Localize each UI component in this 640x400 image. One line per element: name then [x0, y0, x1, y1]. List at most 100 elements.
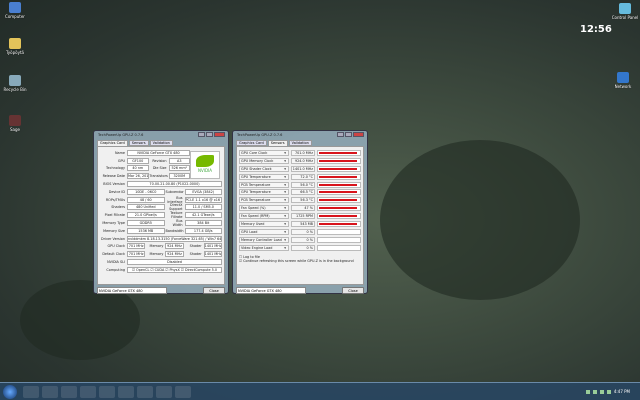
- field-value: NVIDIA GeForce GTX 480: [127, 149, 190, 156]
- sensor-graph: [317, 189, 361, 196]
- field-value: 701 MHz: [127, 251, 146, 258]
- gpu-select[interactable]: NVIDIA GeForce GTX 480: [97, 287, 167, 294]
- maximize-button[interactable]: [345, 132, 352, 137]
- field-value: 924 MHz: [165, 251, 184, 258]
- sensor-name: PCB Temperature: [241, 182, 271, 187]
- icon-label: Sage: [10, 127, 20, 132]
- taskbar-app-icon[interactable]: [118, 385, 134, 398]
- tray-icon[interactable]: [585, 389, 590, 394]
- sensor-name-dropdown[interactable]: Fan Speed (%) ▾: [239, 205, 289, 212]
- taskbar-explorer-icon[interactable]: [42, 385, 58, 398]
- field-value: A3: [168, 157, 190, 164]
- field-value: PCI-E 1.1 x16 @ x16 1.1: [184, 196, 222, 203]
- info-row: ROPs/TMUs 48 / 60 Bus Interface PCI-E 1.1 x…: [100, 196, 222, 204]
- sensor-value: 924.0 MHz: [291, 157, 315, 164]
- sensor-graph-fill: [319, 222, 357, 225]
- gpu-select[interactable]: NVIDIA GeForce GTX 480: [236, 287, 306, 294]
- field-label: GPU Clock: [107, 244, 125, 249]
- window-title: TechPowerUp GPU-Z 0.7.6: [98, 133, 144, 137]
- sensor-row: PCB Temperature ▾ 56.3 °C: [239, 196, 361, 204]
- wallpaper-foliage: [380, 140, 580, 300]
- sensor-name-dropdown[interactable]: GPU Shader Clock ▾: [239, 165, 289, 172]
- field-label: Memory: [149, 244, 164, 249]
- sensor-name-dropdown[interactable]: Video Engine Load ▾: [239, 244, 289, 251]
- field-value: 42.1 GTexel/s: [184, 212, 222, 219]
- sensor-name-dropdown[interactable]: Memory Used ▾: [239, 220, 289, 227]
- info-row: Name NVIDIA GeForce GTX 480: [100, 149, 190, 157]
- sensor-name-dropdown[interactable]: GPU Temperature ▾: [239, 189, 289, 196]
- sensor-name-dropdown[interactable]: GPU Core Clock ▾: [239, 149, 289, 156]
- sensor-graph-fill: [319, 167, 357, 170]
- desktop-icon-recycle-bin[interactable]: Recycle Bin: [0, 75, 30, 92]
- close-button[interactable]: Close: [203, 287, 225, 294]
- sensor-graph: [317, 181, 361, 188]
- volume-icon[interactable]: [599, 389, 604, 394]
- field-label: Shaders: [111, 205, 125, 210]
- close-window-button[interactable]: [353, 132, 364, 137]
- taskbar-app-icon[interactable]: [61, 385, 77, 398]
- sensor-graph: [317, 236, 361, 243]
- dropdown-arrow-icon: ▾: [284, 174, 286, 179]
- sensor-name-dropdown[interactable]: GPU Load ▾: [239, 228, 289, 235]
- sensor-row: PCB Temperature ▾ 56.0 °C: [239, 181, 361, 189]
- taskbar-ie-icon[interactable]: [23, 385, 39, 398]
- field-value: 21.0 GPixel/s: [127, 212, 165, 219]
- dropdown-arrow-icon: ▾: [284, 190, 286, 195]
- network-tray-icon[interactable]: [606, 389, 611, 394]
- dropdown-arrow-icon: ▾: [284, 245, 286, 250]
- start-button[interactable]: [3, 384, 17, 399]
- minimize-button[interactable]: [198, 132, 205, 137]
- gpuz-window-graphics-card[interactable]: TechPowerUp GPU-Z 0.7.6 Graphics Card Se…: [93, 130, 229, 294]
- sensor-name-dropdown[interactable]: GPU Memory Clock ▾: [239, 157, 289, 164]
- sensor-name-dropdown[interactable]: PCB Temperature ▾: [239, 197, 289, 204]
- nvidia-logo: NVIDIA: [190, 151, 220, 179]
- field-label: Driver Version: [101, 236, 125, 241]
- info-row: Computing ☑ OpenCL ☑ CUDA ☑ PhysX ☑ Direc…: [100, 266, 222, 274]
- field-value: 1536 MB: [127, 227, 165, 234]
- desktop-icon-computer[interactable]: Computer: [0, 2, 30, 19]
- icon-label: Network: [614, 84, 632, 89]
- close-button[interactable]: Close: [342, 287, 364, 294]
- minimize-button[interactable]: [337, 132, 344, 137]
- desktop-icon-sage[interactable]: Sage: [0, 115, 30, 132]
- field-label: Computing: [106, 267, 125, 272]
- field-value: 1401 MHz: [203, 251, 222, 258]
- sensor-graph: [317, 173, 361, 180]
- sensor-name: Fan Speed (%): [241, 206, 266, 211]
- tray-icon[interactable]: [592, 389, 597, 394]
- sensor-name-dropdown[interactable]: Memory Controller Load ▾: [239, 236, 289, 243]
- taskbar-app-icon[interactable]: [99, 385, 115, 398]
- maximize-button[interactable]: [206, 132, 213, 137]
- field-value: ☑ OpenCL ☑ CUDA ☑ PhysX ☑ DirectCompute …: [127, 266, 222, 273]
- field-label: Bandwidth: [165, 228, 184, 233]
- sensor-value: 56.0 °C: [291, 181, 315, 188]
- taskbar-gpuz-icon[interactable]: [156, 385, 172, 398]
- taskbar-gpuz-icon[interactable]: [80, 385, 96, 398]
- taskbar-app-icon[interactable]: [137, 385, 153, 398]
- desktop-icon-network[interactable]: Network: [608, 72, 638, 89]
- field-value: 40 nm: [127, 165, 149, 172]
- taskbar-gpuz-icon[interactable]: [175, 385, 191, 398]
- dropdown-arrow-icon: ▾: [284, 158, 286, 163]
- sensor-row: GPU Core Clock ▾ 701.0 MHz: [239, 149, 361, 157]
- sensor-graph-fill: [319, 207, 357, 210]
- close-window-button[interactable]: [214, 132, 225, 137]
- sensor-value: 0 %: [291, 244, 315, 251]
- sensor-value: 543 MB: [291, 220, 315, 227]
- sensor-value: 47 %: [291, 205, 315, 212]
- field-value: 3200M: [168, 173, 190, 180]
- field-label: Bus Width: [172, 219, 183, 228]
- continue-refresh-checkbox[interactable]: ☑ Continue refreshing this screen while …: [239, 259, 361, 263]
- sensor-name-dropdown[interactable]: Fan Speed (RPM) ▾: [239, 213, 289, 220]
- dropdown-arrow-icon: ▾: [284, 229, 286, 234]
- recycle-bin-icon: [9, 75, 21, 86]
- desktop-icon-control-panel[interactable]: Control Panel: [610, 3, 640, 20]
- info-row: Memory Size 1536 MB Bandwidth 177.4 GB/s: [100, 227, 222, 235]
- sensor-name-dropdown[interactable]: GPU Temperature ▾: [239, 173, 289, 180]
- checkbox-label: Continue refreshing this screen while GP…: [243, 258, 354, 263]
- gpuz-window-sensors[interactable]: TechPowerUp GPU-Z 0.7.6 Graphics Card Se…: [232, 130, 368, 294]
- taskbar-time[interactable]: 4:47 PM: [614, 389, 630, 394]
- field-label: Memory Size: [103, 228, 125, 233]
- desktop-icon-folder[interactable]: Työpöytä: [0, 38, 30, 55]
- sensor-name-dropdown[interactable]: PCB Temperature ▾: [239, 181, 289, 188]
